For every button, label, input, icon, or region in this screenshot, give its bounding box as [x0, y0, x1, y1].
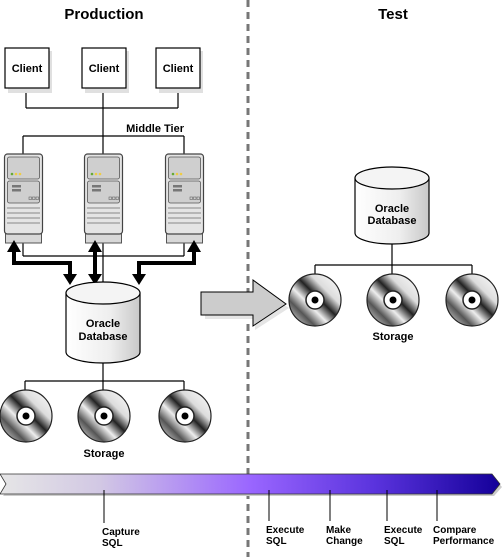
timeline-step-label: Execute [266, 525, 305, 536]
test-storage-label: Storage [373, 331, 414, 343]
disk-icon [366, 273, 420, 327]
server-icon [164, 153, 205, 244]
timeline-step-label: SQL [266, 536, 287, 547]
timeline-step-label: SQL [102, 538, 123, 549]
disk-icon [0, 389, 53, 443]
middle-tier-label: Middle Tier [126, 123, 185, 135]
timeline-step-label: Compare [433, 525, 477, 536]
production-database-label: Database [79, 331, 128, 343]
timeline-step-label: Execute [384, 525, 423, 536]
client-label: Client [89, 63, 120, 75]
timeline-step-label: Performance [433, 536, 495, 547]
server-icon [3, 153, 44, 244]
production-database-label: Oracle [86, 318, 120, 330]
timeline-step-label: Change [326, 536, 363, 547]
test-database-label: Database [368, 215, 417, 227]
test-database-label: Oracle [375, 203, 409, 215]
production-storage-label: Storage [84, 448, 125, 460]
test-storage-connectors [314, 244, 473, 275]
disk-icon [445, 273, 499, 327]
timeline-step-label: SQL [384, 536, 405, 547]
client-label: Client [12, 63, 43, 75]
disk-icon [77, 389, 131, 443]
storage-connectors [24, 363, 185, 392]
client-box: Client [155, 47, 203, 93]
server-icon [83, 153, 124, 244]
workflow-timeline [0, 473, 502, 496]
replay-arrow [200, 279, 289, 330]
client-box: Client [4, 47, 52, 93]
disk-icon [288, 273, 342, 327]
sql-performance-analyzer-diagram: Production Test Client Client Client Mid… [0, 0, 502, 557]
production-title: Production [64, 6, 143, 23]
test-title: Test [378, 6, 408, 23]
data-flow-arrows [7, 240, 201, 285]
timeline-step-label: Make [326, 525, 351, 536]
client-label: Client [163, 63, 194, 75]
disk-icon [158, 389, 212, 443]
client-box: Client [81, 47, 129, 93]
timeline-step-label: Capture [102, 527, 140, 538]
